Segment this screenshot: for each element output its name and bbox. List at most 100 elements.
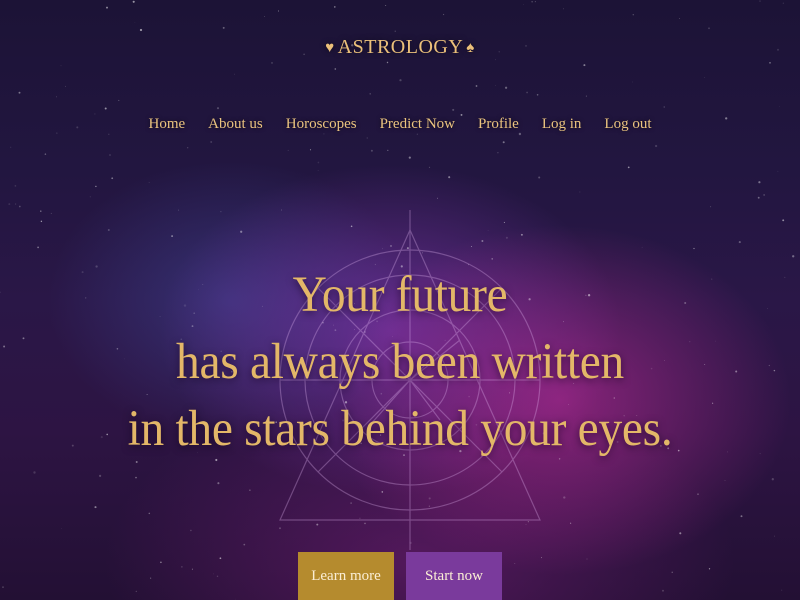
nav-item-profile[interactable]: Profile bbox=[478, 116, 519, 133]
hero-line-2: has always been written bbox=[176, 334, 624, 390]
star bbox=[779, 106, 781, 108]
star bbox=[428, 166, 431, 169]
spade-icon: ♠ bbox=[466, 40, 475, 56]
start-now-button[interactable]: Start now bbox=[406, 552, 502, 600]
star bbox=[108, 133, 110, 136]
star bbox=[710, 206, 712, 208]
star bbox=[641, 246, 643, 248]
star bbox=[95, 185, 97, 188]
star bbox=[249, 489, 251, 491]
star bbox=[277, 10, 280, 12]
star bbox=[111, 177, 114, 180]
star bbox=[370, 149, 373, 152]
star bbox=[18, 205, 21, 208]
star bbox=[740, 515, 743, 518]
star bbox=[171, 235, 174, 238]
star bbox=[135, 476, 137, 479]
star bbox=[187, 147, 189, 149]
nav-item-predict-now[interactable]: Predict Now bbox=[380, 116, 455, 133]
hero-line-1: Your future bbox=[292, 267, 508, 323]
star bbox=[220, 211, 222, 213]
star bbox=[148, 512, 151, 515]
star bbox=[416, 133, 418, 135]
star bbox=[763, 194, 765, 196]
star bbox=[14, 185, 17, 187]
star bbox=[109, 154, 111, 156]
star bbox=[287, 149, 289, 151]
nav-item-horoscopes[interactable]: Horoscopes bbox=[286, 116, 357, 133]
star bbox=[333, 6, 336, 8]
star bbox=[387, 149, 389, 152]
star bbox=[399, 79, 402, 82]
star bbox=[18, 91, 21, 94]
star bbox=[724, 480, 726, 481]
star bbox=[704, 77, 706, 78]
star bbox=[502, 141, 505, 144]
star bbox=[563, 496, 566, 499]
star bbox=[663, 106, 665, 108]
star bbox=[523, 4, 524, 5]
star bbox=[334, 68, 337, 70]
star bbox=[708, 27, 710, 30]
star bbox=[679, 532, 682, 535]
star bbox=[697, 493, 699, 495]
star bbox=[134, 22, 136, 23]
star bbox=[738, 241, 741, 244]
star bbox=[317, 170, 319, 171]
star bbox=[148, 182, 150, 183]
nav-item-log-out[interactable]: Log out bbox=[604, 116, 651, 133]
star bbox=[60, 65, 62, 67]
main-nav: Home About us Horoscopes Predict Now Pro… bbox=[0, 116, 800, 133]
star bbox=[531, 1, 533, 3]
star bbox=[782, 2, 784, 4]
star bbox=[217, 482, 220, 485]
star bbox=[518, 132, 522, 136]
star bbox=[495, 85, 496, 86]
star bbox=[107, 228, 110, 232]
brand-logo[interactable]: ♥ ASTROLOGY ♠ bbox=[0, 36, 800, 59]
star bbox=[98, 474, 102, 478]
star bbox=[563, 8, 565, 10]
star bbox=[64, 85, 66, 87]
star bbox=[497, 152, 499, 154]
star bbox=[526, 91, 529, 94]
nav-item-about-us[interactable]: About us bbox=[208, 116, 263, 133]
star bbox=[777, 170, 779, 172]
star bbox=[89, 196, 91, 198]
star bbox=[631, 81, 633, 83]
star bbox=[583, 64, 586, 67]
star bbox=[44, 153, 47, 155]
star bbox=[452, 108, 455, 111]
nav-item-log-in[interactable]: Log in bbox=[542, 116, 582, 133]
star bbox=[385, 5, 387, 7]
star bbox=[222, 26, 225, 29]
star bbox=[504, 86, 508, 89]
star bbox=[33, 471, 36, 474]
star bbox=[757, 196, 760, 199]
star bbox=[61, 528, 63, 529]
star bbox=[536, 94, 539, 96]
nav-item-home[interactable]: Home bbox=[148, 116, 185, 133]
star bbox=[538, 176, 541, 179]
star bbox=[693, 247, 695, 250]
star bbox=[15, 203, 17, 205]
star bbox=[443, 13, 445, 16]
star bbox=[139, 28, 143, 32]
star bbox=[56, 96, 57, 98]
star bbox=[323, 133, 325, 135]
star bbox=[132, 0, 135, 3]
star bbox=[178, 209, 180, 211]
heart-icon: ♥ bbox=[325, 40, 335, 56]
star bbox=[366, 137, 368, 139]
star bbox=[632, 13, 635, 16]
star bbox=[394, 30, 396, 32]
learn-more-button[interactable]: Learn more bbox=[298, 552, 394, 600]
star bbox=[40, 210, 42, 212]
star bbox=[317, 161, 320, 164]
star bbox=[94, 113, 96, 115]
star bbox=[40, 220, 43, 223]
star bbox=[579, 191, 581, 193]
star bbox=[495, 59, 497, 61]
star bbox=[679, 18, 681, 20]
page: ♥ ASTROLOGY ♠ Home About us Horoscopes Pre… bbox=[0, 0, 800, 600]
